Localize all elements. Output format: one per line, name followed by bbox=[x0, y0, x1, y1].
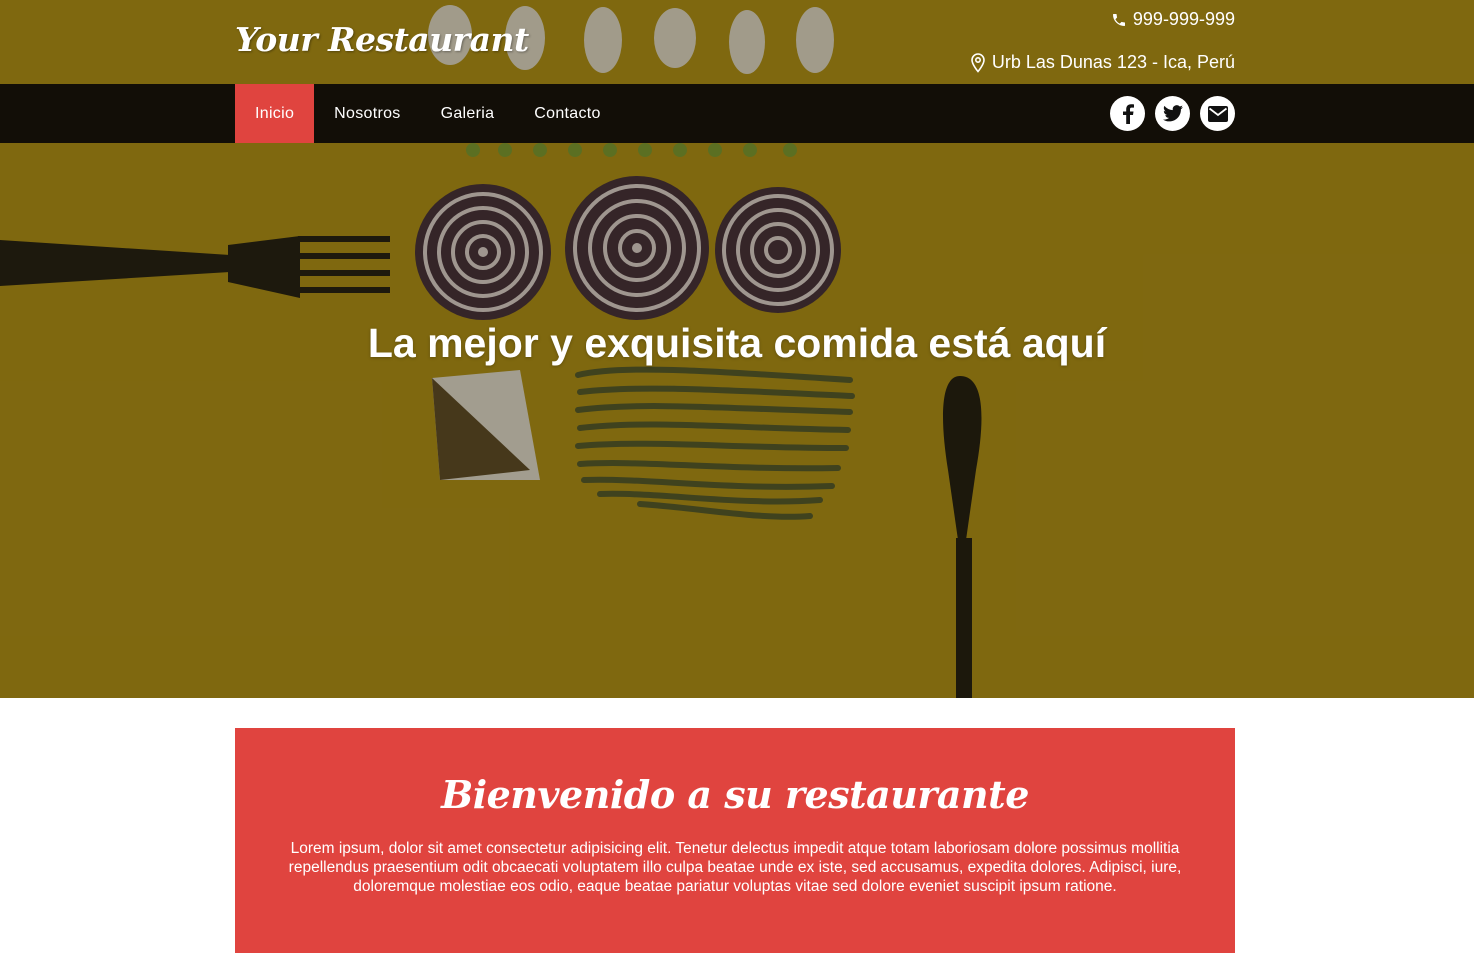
nav-menu: Inicio Nosotros Galeria Contacto bbox=[235, 84, 621, 143]
nav-item-contacto[interactable]: Contacto bbox=[514, 84, 620, 143]
top-bar: Your Restaurant 999-999-999 Urb Las Duna… bbox=[235, 0, 1235, 84]
nav-item-nosotros[interactable]: Nosotros bbox=[314, 84, 420, 143]
facebook-icon bbox=[1122, 103, 1134, 124]
facebook-button[interactable] bbox=[1110, 96, 1145, 131]
twitter-icon bbox=[1162, 105, 1183, 122]
phone-icon bbox=[1111, 12, 1127, 28]
hero-section: Your Restaurant 999-999-999 Urb Las Duna… bbox=[0, 0, 1474, 698]
welcome-section: Bienvenido a su restaurante Lorem ipsum,… bbox=[235, 728, 1235, 953]
twitter-button[interactable] bbox=[1155, 96, 1190, 131]
envelope-icon bbox=[1207, 105, 1228, 122]
map-marker-icon bbox=[970, 52, 986, 73]
email-button[interactable] bbox=[1200, 96, 1235, 131]
address-text: Urb Las Dunas 123 - Ica, Perú bbox=[991, 52, 1235, 72]
nav-item-inicio[interactable]: Inicio bbox=[235, 84, 315, 143]
nav-item-galeria[interactable]: Galeria bbox=[421, 84, 515, 143]
address-contact: Urb Las Dunas 123 - Ica, Perú bbox=[970, 52, 1235, 73]
social-links bbox=[1110, 96, 1235, 131]
phone-contact: 999-999-999 bbox=[1111, 9, 1235, 30]
hero-headline: La mejor y exquisita comida está aquí bbox=[367, 320, 1107, 366]
phone-number: 999-999-999 bbox=[1132, 9, 1235, 29]
brand-logo[interactable]: Your Restaurant bbox=[235, 20, 529, 59]
main-navbar: Inicio Nosotros Galeria Contacto bbox=[0, 84, 1474, 143]
welcome-title: Bienvenido a su restaurante bbox=[441, 772, 1029, 817]
welcome-paragraph: Lorem ipsum, dolor sit amet consectetur … bbox=[288, 840, 1182, 895]
